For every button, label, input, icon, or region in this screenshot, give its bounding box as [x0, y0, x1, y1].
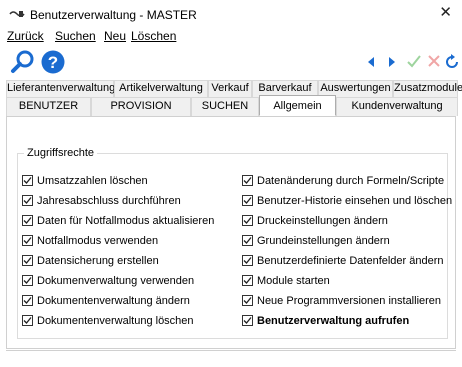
checkbox[interactable] — [22, 235, 33, 246]
permission-label: Dokumentenverwaltung ändern — [37, 295, 190, 307]
checkbox[interactable] — [242, 295, 253, 306]
help-icon[interactable]: ? — [40, 49, 66, 75]
tab-allgemein[interactable]: Allgemein — [259, 95, 336, 116]
tab-kundenverwaltung[interactable]: Kundenverwaltung — [336, 97, 458, 116]
checkbox[interactable] — [22, 295, 33, 306]
menu-zurueck-label: Zurück — [7, 29, 44, 43]
menu-neu[interactable]: Neu — [104, 29, 126, 43]
tab-suchen[interactable]: SUCHEN — [191, 97, 259, 116]
checkbox[interactable] — [242, 255, 253, 266]
app-logo-icon — [9, 9, 25, 19]
tab-zusatzmodule[interactable]: Zusatzmodule — [393, 80, 462, 97]
title-bar: Benutzerverwaltung - MASTER ✕ — [0, 0, 462, 28]
checkbox[interactable] — [22, 215, 33, 226]
menu-loeschen[interactable]: Löschen — [131, 29, 176, 43]
menu-suchen[interactable]: Suchen — [55, 29, 96, 43]
tab-strip: Lieferantenverwaltung Artikelverwaltung … — [6, 80, 462, 120]
check-icon[interactable] — [407, 55, 421, 68]
permission-label: Notfallmodus verwenden — [37, 235, 159, 247]
checkbox[interactable] — [22, 175, 33, 186]
search-icon[interactable] — [10, 49, 36, 75]
permission-label: Dokumentenverwaltung löschen — [37, 315, 194, 327]
cancel-icon[interactable] — [428, 55, 440, 67]
permission-label: Daten für Notfallmodus aktualisieren — [37, 215, 215, 227]
toolbar: ? — [0, 46, 462, 78]
tab-lieferantenverwaltung[interactable]: Lieferantenverwaltung — [6, 80, 115, 97]
tab-row-2: BENUTZER PROVISION SUCHEN Allgemein Kund… — [6, 95, 458, 116]
checkbox[interactable] — [22, 315, 33, 326]
menu-suchen-label: Suchen — [55, 29, 96, 43]
menu-neu-label: Neu — [104, 29, 127, 43]
checkbox[interactable] — [22, 255, 33, 266]
permission-label: Benutzerverwaltung aufrufen — [257, 315, 410, 327]
permission-label: Dokumenverwaltung verwenden — [37, 275, 195, 287]
tab-benutzer[interactable]: BENUTZER — [6, 97, 91, 116]
svg-text:?: ? — [48, 53, 58, 72]
group-title: Zugriffsrechte — [24, 147, 98, 159]
permission-label: Benutzerdefinierte Datenfelder ändern — [257, 255, 444, 267]
status-bar — [6, 350, 456, 363]
permission-label: Neue Programmversionen installieren — [257, 295, 442, 307]
refresh-icon[interactable] — [445, 54, 459, 69]
zugriffsrechte-group: Zugriffsrechte Umsatzzahlen löschen Jahre… — [17, 147, 452, 339]
permission-label: Grundeinstellungen ändern — [257, 235, 390, 247]
checkbox[interactable] — [242, 175, 253, 186]
tab-artikelverwaltung[interactable]: Artikelverwaltung — [114, 80, 208, 97]
menu-loeschen-label: Löschen — [131, 29, 177, 43]
close-button[interactable]: ✕ — [439, 5, 452, 21]
checkbox[interactable] — [22, 275, 33, 286]
menu-zurueck[interactable]: Zurück — [7, 29, 44, 43]
checkbox[interactable] — [242, 275, 253, 286]
permission-label: Umsatzzahlen löschen — [37, 175, 148, 187]
tab-provision[interactable]: PROVISION — [91, 97, 191, 116]
checkbox[interactable] — [22, 195, 33, 206]
permission-label: Druckeinstellungen ändern — [257, 215, 388, 227]
permission-label: Datensicherung erstellen — [37, 255, 159, 267]
checkbox[interactable] — [242, 215, 253, 226]
tab-verkauf[interactable]: Verkauf — [208, 80, 252, 97]
tab-panel-allgemein: Zugriffsrechte Umsatzzahlen löschen Jahre… — [6, 116, 456, 349]
arrow-right-icon[interactable] — [387, 56, 397, 68]
permission-label: Benutzer-Historie einsehen und löschen — [257, 195, 453, 207]
checkbox[interactable] — [242, 315, 253, 326]
tab-row-1: Lieferantenverwaltung Artikelverwaltung … — [6, 80, 462, 97]
checkbox[interactable] — [242, 195, 253, 206]
permission-label: Jahresabschluss durchführen — [37, 195, 181, 207]
window-title: Benutzerverwaltung - MASTER — [30, 8, 197, 22]
permission-label: Datenänderung durch Formeln/Scripte — [257, 175, 445, 187]
permission-label: Module starten — [257, 275, 330, 287]
menu-bar: Zurück Suchen Neu Löschen — [0, 28, 462, 46]
checkbox[interactable] — [242, 235, 253, 246]
arrow-left-icon[interactable] — [366, 56, 376, 68]
